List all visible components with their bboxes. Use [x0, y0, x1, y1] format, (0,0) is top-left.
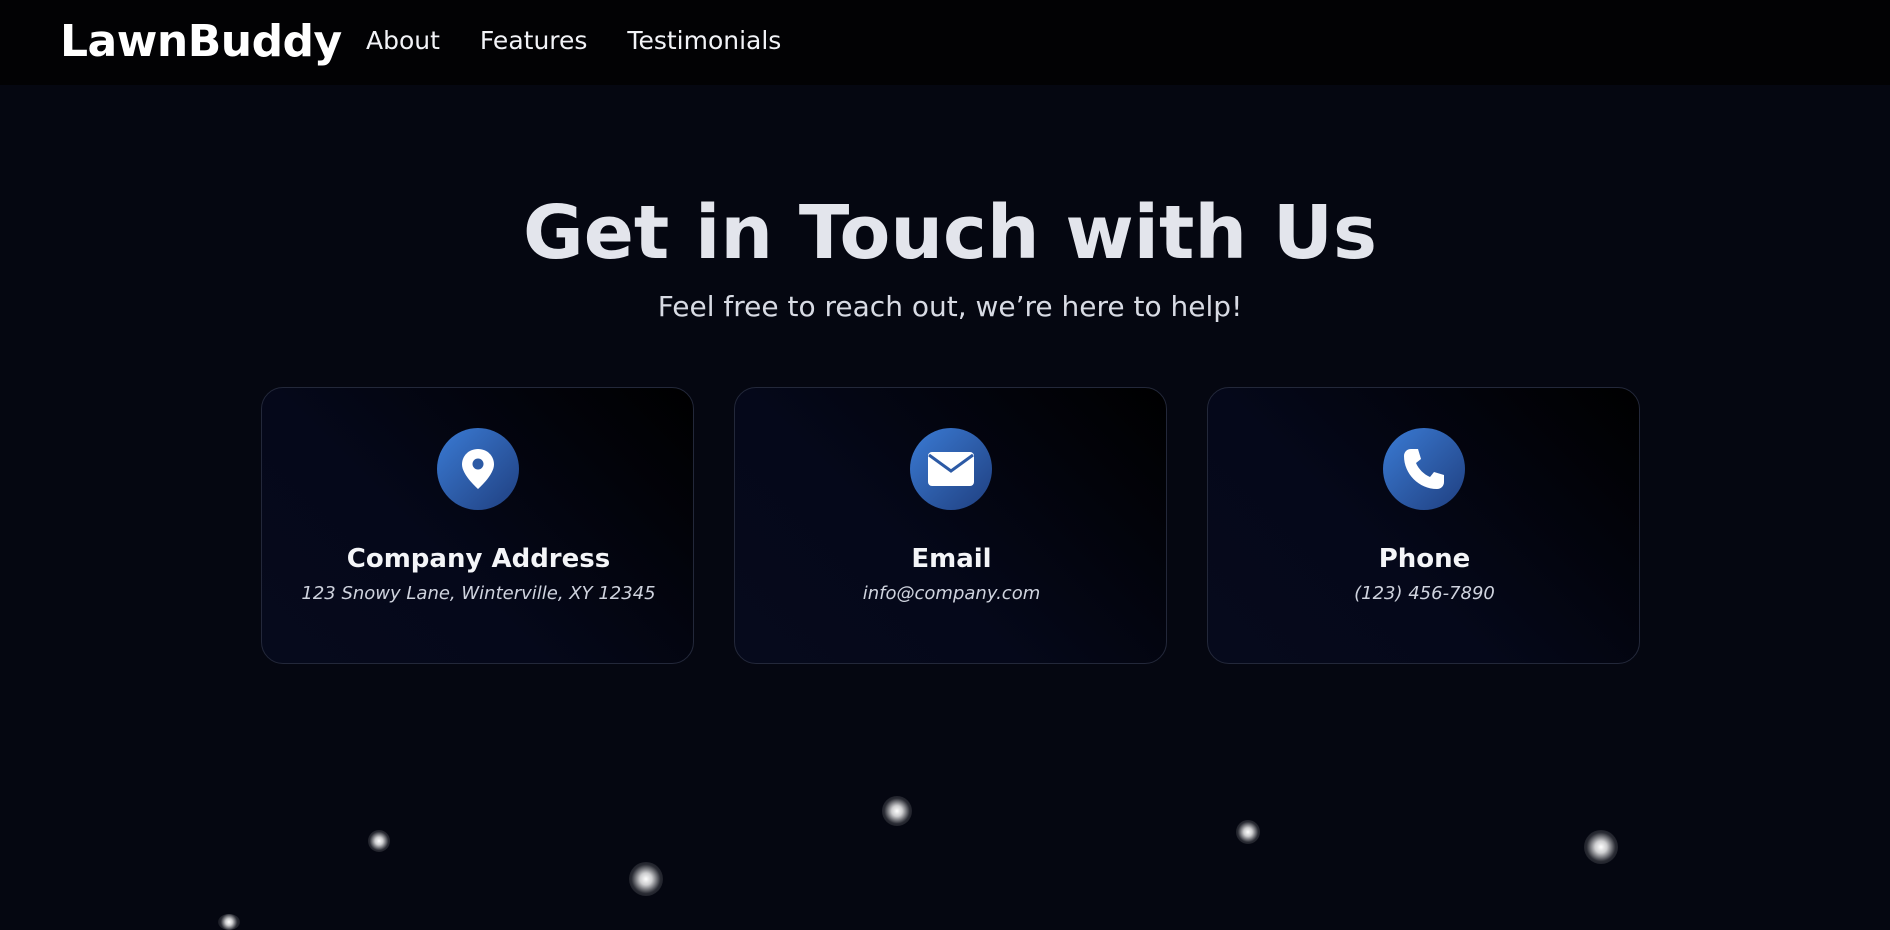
nav-link-testimonials[interactable]: Testimonials	[627, 26, 781, 55]
address-card-title: Company Address	[346, 544, 611, 574]
phone-card-title: Phone	[1378, 544, 1471, 574]
envelope-icon	[910, 428, 992, 510]
snowflake-sparkle	[218, 914, 240, 930]
snowflake-sparkle	[882, 796, 912, 826]
site-logo[interactable]: LawnBuddy	[60, 16, 342, 67]
snowflake-sparkle	[1236, 820, 1260, 844]
map-pin-icon	[437, 428, 519, 510]
nav-link-features[interactable]: Features	[480, 26, 588, 55]
address-card: Company Address 123 Snowy Lane, Wintervi…	[261, 387, 694, 664]
snowflake-sparkle	[629, 862, 663, 896]
phone-icon	[1383, 428, 1465, 510]
email-card-detail[interactable]: info@company.com	[735, 583, 1168, 604]
snowflake-sparkle	[368, 830, 390, 852]
snowflake-sparkle	[1584, 830, 1618, 864]
phone-card-detail[interactable]: (123) 456-7890	[1208, 583, 1641, 604]
email-card: Email info@company.com	[734, 387, 1167, 664]
top-navbar: LawnBuddy About Features Testimonials	[0, 0, 1890, 85]
email-card-title: Email	[911, 544, 992, 574]
address-card-detail: 123 Snowy Lane, Winterville, XY 12345	[301, 583, 656, 604]
page-title: Get in Touch with Us	[522, 190, 1378, 276]
main-nav: About Features Testimonials	[366, 26, 781, 55]
phone-card: Phone (123) 456-7890	[1207, 387, 1640, 664]
page-subtitle: Feel free to reach out, we’re here to he…	[657, 290, 1243, 323]
nav-link-about[interactable]: About	[366, 26, 440, 55]
